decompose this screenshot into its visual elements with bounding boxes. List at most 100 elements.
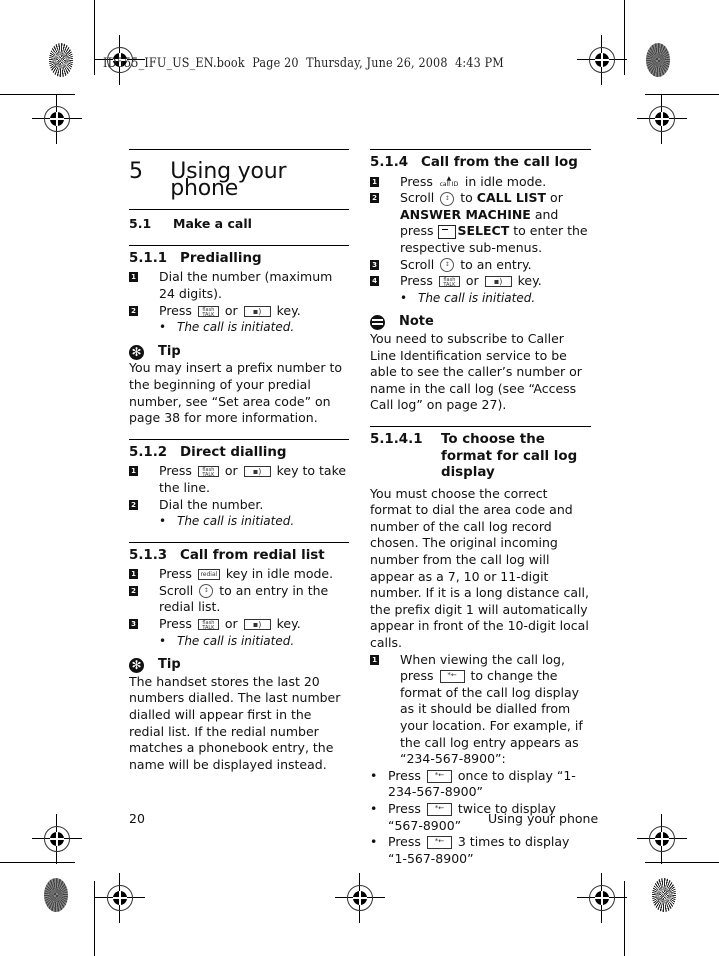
step-text-part: in idle mode. bbox=[464, 173, 547, 189]
divider bbox=[129, 244, 349, 246]
divider bbox=[129, 209, 349, 211]
bullet-icon: • bbox=[370, 767, 378, 783]
step-text-part: to bbox=[460, 190, 473, 206]
crop-line bbox=[94, 881, 95, 956]
chapter-title: 5 Using your phone bbox=[129, 159, 349, 201]
registration-mark-icon bbox=[32, 94, 82, 144]
speaker-key-icon: ▪) bbox=[484, 276, 512, 288]
step-number-badge: 1 bbox=[129, 272, 138, 283]
section-heading: 5.1 Make a call bbox=[129, 216, 349, 233]
step-text-part: or bbox=[224, 302, 238, 318]
subsection-title: Call from the call log bbox=[421, 155, 578, 170]
scroll-key-icon: ↕ bbox=[440, 258, 455, 273]
bullet-text-part: Press bbox=[388, 767, 421, 783]
format-key-icon: *← bbox=[426, 769, 452, 783]
tip-heading: ✻ Tip bbox=[129, 657, 349, 674]
step-text-part: key. bbox=[276, 616, 301, 632]
step-text-part: Press bbox=[159, 566, 192, 582]
right-column: 5.1.4 Call from the call log 1 Press ▲ ca… bbox=[370, 149, 591, 867]
divider bbox=[370, 425, 591, 427]
step-text-part: Scroll bbox=[159, 582, 194, 598]
registration-mark-icon bbox=[95, 873, 145, 923]
format-key-icon: *← bbox=[426, 836, 452, 850]
subsection-number: 5.1.4 bbox=[370, 155, 409, 170]
crop-line bbox=[645, 862, 719, 863]
step-text: Press flash TALK or ▪) key. bbox=[400, 273, 542, 290]
result-text: The call is initiated. bbox=[177, 320, 295, 335]
scroll-key-icon: ↕ bbox=[440, 191, 455, 206]
bullet-icon: • bbox=[370, 834, 378, 850]
step-text-part: to an entry. bbox=[460, 256, 532, 272]
speaker-key-icon: ▪) bbox=[243, 619, 271, 631]
step-text-part: Press bbox=[400, 273, 433, 289]
page-number: 20 bbox=[129, 811, 145, 826]
subsection-heading: 5.1.1 Predialling bbox=[129, 251, 349, 268]
bullet-icon: • bbox=[159, 320, 167, 335]
bullet-text-part: Press bbox=[388, 800, 421, 816]
step-item: 2 Dial the number. bbox=[129, 497, 349, 514]
subsection-title: Predialling bbox=[180, 250, 262, 266]
step-text-part: Press bbox=[400, 173, 433, 189]
tip-text: The handset stores the last 20 numbers d… bbox=[129, 673, 341, 772]
step-number-badge: 1 bbox=[370, 176, 379, 187]
bullet-text-part: Press bbox=[388, 834, 421, 850]
step-text: Scroll ↕ to CALL LIST or ANSWER MACHINE … bbox=[400, 190, 591, 256]
color-bar-target-icon bbox=[646, 43, 670, 77]
subsection-number: 5.1.2 bbox=[129, 444, 168, 460]
talk-key-icon: flash TALK bbox=[197, 305, 219, 317]
step-number-badge: 3 bbox=[370, 259, 379, 270]
step-text: Scroll ↕ to an entry. bbox=[400, 257, 532, 274]
step-number-badge: 2 bbox=[370, 193, 379, 204]
step-number-badge: 1 bbox=[129, 569, 138, 580]
note-icon bbox=[370, 315, 385, 331]
talk-key-icon: flash TALK bbox=[197, 619, 219, 631]
step-item: 1 When viewing the call log, press *← to… bbox=[370, 652, 591, 768]
step-text-part: Scroll bbox=[400, 190, 435, 206]
bullet-text: Press *← once to display “1-234-567-8900… bbox=[388, 768, 591, 801]
softkey-label: SELECT bbox=[457, 223, 510, 239]
talk-key-icon: flash TALK bbox=[438, 276, 460, 288]
step-item: 3 Scroll ↕ to an entry. bbox=[370, 257, 591, 274]
softkey-icon bbox=[437, 224, 456, 239]
tip-text: You may insert a prefix number to the be… bbox=[129, 360, 343, 426]
step-number-badge: 4 bbox=[370, 276, 379, 287]
step-text-part: Press bbox=[159, 302, 192, 318]
tip-icon: ✻ bbox=[129, 344, 144, 360]
note-label: Note bbox=[399, 314, 434, 330]
tip-icon: ✻ bbox=[129, 658, 144, 674]
step-item: 4 Press flash TALK or ▪) key. bbox=[370, 273, 591, 290]
chapter-title-text: Using your phone bbox=[170, 159, 287, 201]
step-item: 1 Dial the number (maximum 24 digits). bbox=[129, 269, 349, 302]
bullet-text: Press *← 3 times to display “1-567-8900” bbox=[388, 834, 591, 867]
step-item: 3 Press flash TALK or ▪) key. bbox=[129, 616, 349, 633]
registration-mark-icon bbox=[637, 94, 687, 144]
subsection-title: Call from redial list bbox=[180, 547, 325, 563]
bullet-icon: • bbox=[159, 514, 167, 529]
result-bullet: • The call is initiated. bbox=[129, 513, 349, 530]
subsection-heading: 5.1.4 Call from the call log bbox=[370, 155, 591, 172]
tip-label: Tip bbox=[158, 657, 181, 673]
crop-line bbox=[94, 0, 95, 75]
step-text: Press ▲ call ID in idle mode. bbox=[400, 174, 546, 191]
crop-line bbox=[624, 881, 625, 956]
step-number-badge: 1 bbox=[370, 654, 379, 665]
step-text-part: or bbox=[465, 273, 479, 289]
menu-name: CALL LIST bbox=[476, 190, 547, 206]
result-bullet: • The call is initiated. bbox=[370, 290, 591, 307]
call-id-key-icon: ▲ call ID bbox=[439, 175, 459, 189]
note-text: You need to subscribe to Caller Line Ide… bbox=[370, 330, 582, 413]
registration-mark-icon bbox=[335, 873, 385, 923]
step-number-badge: 2 bbox=[129, 305, 138, 316]
tip-heading: ✻ Tip bbox=[129, 344, 349, 361]
registration-mark-icon bbox=[577, 873, 627, 923]
crop-line bbox=[0, 862, 75, 863]
print-header-stamp: ID555_IFU_US_EN.book Page 20 Thursday, J… bbox=[103, 56, 504, 71]
result-bullet: • The call is initiated. bbox=[129, 319, 349, 336]
registration-mark-icon bbox=[32, 814, 82, 864]
step-text: Press redial key in idle mode. bbox=[159, 566, 333, 583]
redial-key-icon: redial bbox=[197, 569, 220, 581]
intro-text: You must choose the correct format to di… bbox=[370, 485, 589, 651]
step-text-part: key. bbox=[276, 302, 301, 318]
step-number-badge: 2 bbox=[129, 585, 138, 596]
step-text-part: Press bbox=[159, 463, 192, 479]
